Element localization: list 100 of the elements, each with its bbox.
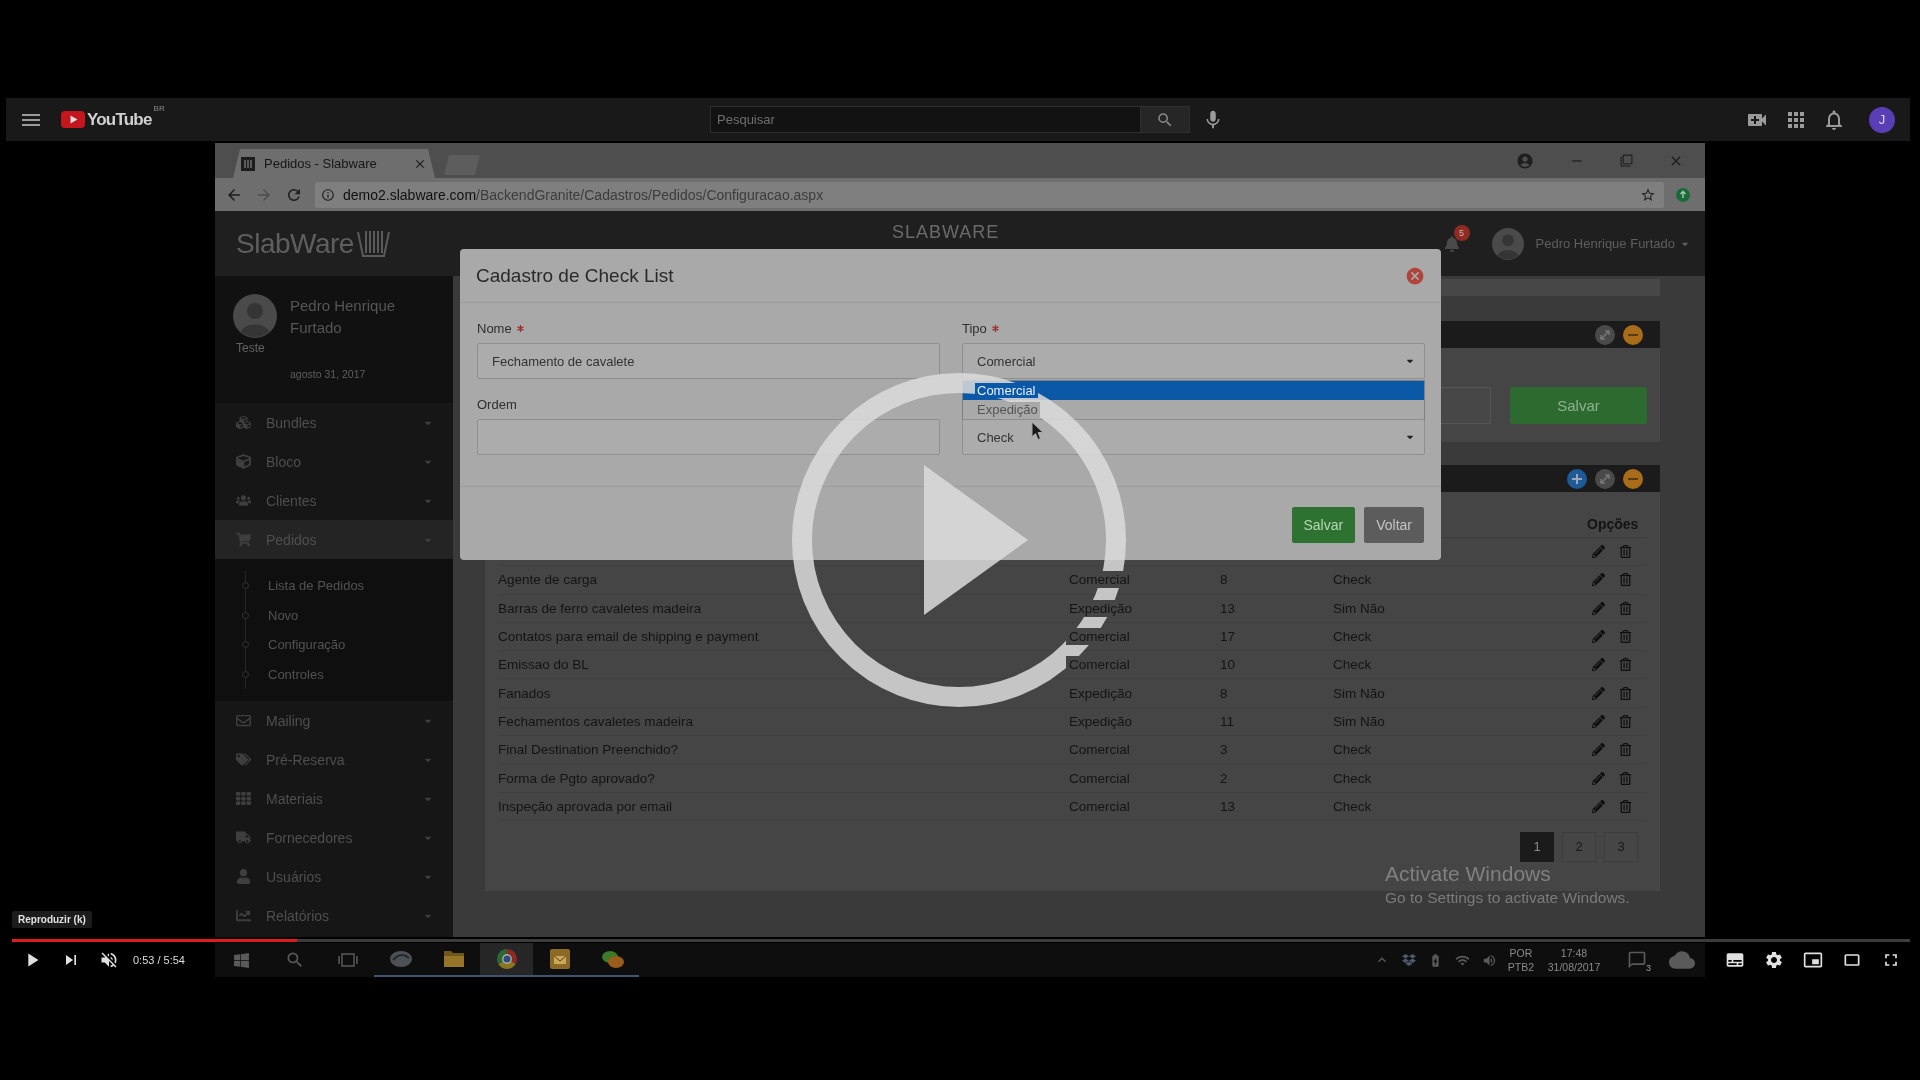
star-icon[interactable]	[1640, 186, 1656, 203]
miniplayer-icon[interactable]	[1803, 950, 1823, 970]
input-field[interactable]	[477, 419, 940, 455]
speaker-icon[interactable]	[1482, 952, 1497, 968]
cart-icon	[236, 532, 251, 547]
plus-icon[interactable]	[1567, 468, 1587, 489]
expand-icon[interactable]	[1595, 468, 1615, 489]
profile-name: Pedro Henrique Furtado	[290, 296, 397, 338]
minus-icon[interactable]	[1623, 468, 1643, 489]
muted-speaker-icon[interactable]	[99, 950, 119, 970]
trash-icon[interactable]	[1619, 714, 1632, 728]
field-label: Ordem	[477, 396, 517, 412]
up-arrow-circle-icon[interactable]	[1676, 187, 1690, 202]
subtitles-icon[interactable]	[1725, 950, 1745, 970]
select-field[interactable]: Comercial	[962, 343, 1425, 379]
language-label[interactable]: POR	[1509, 947, 1533, 959]
color-wheel-icon[interactable]	[496, 949, 517, 969]
profile-avatar	[233, 294, 277, 338]
select-field[interactable]: Check	[962, 419, 1425, 455]
trash-icon[interactable]	[1619, 573, 1632, 587]
submenu-item[interactable]: Controles	[246, 659, 453, 689]
pencil-icon[interactable]	[1592, 545, 1605, 559]
info-icon[interactable]	[321, 187, 335, 202]
trash-icon[interactable]	[1619, 743, 1632, 757]
submenu-item[interactable]: Novo	[246, 600, 453, 630]
sidebar-item[interactable]: Pré-Reserva	[215, 740, 453, 779]
dropdown-option[interactable]: Expedição	[963, 400, 1424, 419]
sidebar-item[interactable]: Fornecedores	[215, 818, 453, 857]
search-button[interactable]	[1141, 106, 1190, 133]
field-label: Nome	[477, 320, 512, 336]
trash-icon[interactable]	[1619, 771, 1632, 785]
sidebar-item[interactable]: Usuários	[215, 857, 453, 896]
taskbar-button[interactable]	[480, 943, 533, 977]
address-field[interactable]: demo2.slabware.com/BackendGranite/Cadastros/Pedidos/Configuracao.aspx	[315, 181, 1664, 208]
expand-icon[interactable]	[1595, 324, 1615, 345]
pencil-icon[interactable]	[1592, 573, 1605, 587]
notification-badge: 5	[1453, 224, 1470, 241]
trash-icon[interactable]	[1619, 545, 1632, 559]
save-button[interactable]: Salvar	[1291, 507, 1356, 543]
clock-date[interactable]: 31/08/2017	[1547, 961, 1601, 973]
folder-icon[interactable]	[443, 951, 464, 967]
cubes-icon	[236, 415, 251, 430]
trash-icon[interactable]	[1619, 658, 1632, 672]
sidebar-item[interactable]: Bloco	[215, 442, 453, 481]
input-field[interactable]: Fechamento de cavalete	[477, 343, 940, 379]
logo-text[interactable]: YouTube	[87, 109, 152, 130]
sidebar-item[interactable]: Clientes	[215, 481, 453, 520]
notification-count: 3	[1646, 963, 1651, 973]
grid-icon	[236, 791, 251, 806]
pencil-icon[interactable]	[1592, 630, 1605, 644]
cube-icon	[236, 454, 251, 469]
sidebar-item[interactable]: Mailing	[215, 701, 453, 740]
windows-icon[interactable]	[233, 951, 250, 969]
settings-icon[interactable]	[1764, 950, 1784, 970]
chat-icon[interactable]	[601, 950, 624, 968]
account-avatar[interactable]: J	[1869, 106, 1895, 133]
pencil-icon[interactable]	[1592, 658, 1605, 672]
url-text: demo2.slabware.com/BackendGranite/Cadastros/Pedidos/Configuracao.aspx	[343, 186, 824, 203]
dot-icon	[242, 670, 249, 678]
progress-track[interactable]	[12, 938, 1910, 942]
save-button[interactable]: Salvar	[1510, 387, 1647, 424]
trash-icon[interactable]	[1619, 601, 1632, 615]
search-field[interactable]: Pesquisar	[710, 106, 1141, 133]
trash-icon[interactable]	[1619, 799, 1632, 813]
user-avatar	[1491, 227, 1524, 260]
dot-icon	[242, 641, 249, 648]
disc-icon[interactable]	[389, 951, 412, 967]
trash-icon[interactable]	[1619, 686, 1632, 700]
restore-icon[interactable]	[1620, 154, 1633, 167]
minus-icon[interactable]	[1623, 324, 1643, 345]
open-box-icon[interactable]	[1401, 953, 1416, 967]
pencil-icon[interactable]	[1592, 771, 1605, 785]
account-icon[interactable]	[1516, 151, 1534, 170]
speech-bubble-icon[interactable]	[1627, 950, 1647, 970]
keyboard-layout-label[interactable]: PTB2	[1507, 961, 1535, 973]
pencil-icon[interactable]	[1592, 714, 1605, 728]
bars-icon	[241, 156, 255, 171]
trash-icon[interactable]	[1619, 630, 1632, 644]
sidebar-item[interactable]: Bundles	[215, 403, 453, 442]
submenu-item[interactable]: Configuração	[246, 630, 453, 660]
envelope-icon[interactable]	[549, 949, 570, 969]
task-view-icon[interactable]	[337, 953, 358, 967]
dropdown-option[interactable]: Comercial	[963, 381, 1424, 400]
clock-time[interactable]: 17:48	[1560, 947, 1588, 959]
pencil-icon[interactable]	[1592, 799, 1605, 813]
play-logo-icon[interactable]	[61, 111, 85, 128]
back-button[interactable]: Voltar	[1364, 507, 1424, 543]
page-button[interactable]: 1	[1520, 831, 1554, 862]
user-icon	[236, 869, 251, 884]
submenu-item[interactable]: Lista de Pedidos	[246, 571, 453, 601]
pencil-icon[interactable]	[1592, 743, 1605, 757]
sidebar-item[interactable]: Relatórios	[215, 896, 453, 935]
pencil-icon[interactable]	[1592, 601, 1605, 615]
close-icon[interactable]	[1405, 265, 1425, 286]
pencil-icon[interactable]	[1592, 686, 1605, 700]
dot-icon	[242, 582, 249, 589]
user-menu[interactable]: Pedro Henrique Furtado	[1535, 236, 1675, 251]
line-chart-icon	[236, 908, 251, 923]
browser-tab[interactable]: Pedidos - Slabware	[233, 149, 435, 178]
sidebar-item[interactable]: Materiais	[215, 779, 453, 818]
